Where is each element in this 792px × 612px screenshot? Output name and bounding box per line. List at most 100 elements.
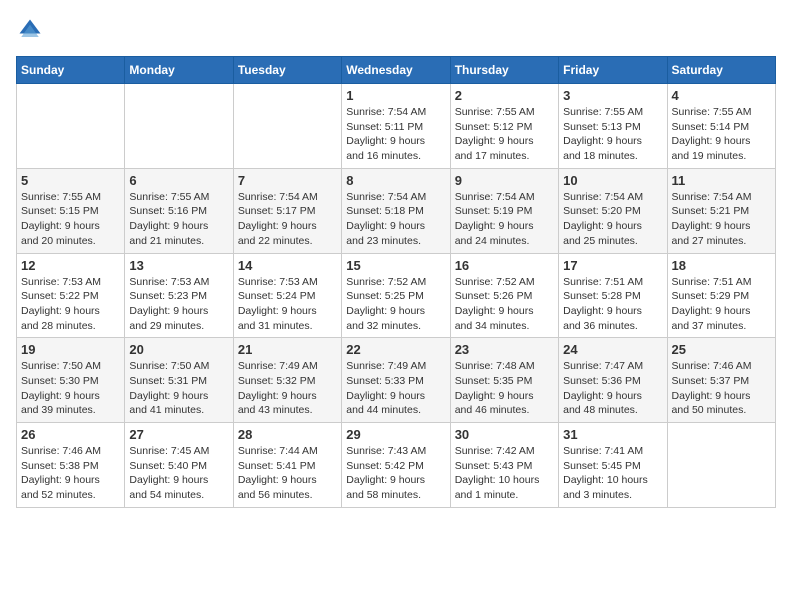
day-number: 29 <box>346 427 445 442</box>
weekday-header-monday: Monday <box>125 57 233 84</box>
calendar-cell: 8 Sunrise: 7:54 AM Sunset: 5:18 PM Daylig… <box>342 168 450 253</box>
calendar-week-row: 1 Sunrise: 7:54 AM Sunset: 5:11 PM Daylig… <box>17 84 776 169</box>
calendar-cell: 7 Sunrise: 7:54 AM Sunset: 5:17 PM Daylig… <box>233 168 341 253</box>
day-number: 13 <box>129 258 228 273</box>
day-info: Sunrise: 7:42 AM Sunset: 5:43 PM Dayligh… <box>455 444 554 503</box>
day-number: 18 <box>672 258 771 273</box>
calendar-week-row: 12 Sunrise: 7:53 AM Sunset: 5:22 PM Dayli… <box>17 253 776 338</box>
day-number: 21 <box>238 342 337 357</box>
calendar-cell <box>667 423 775 508</box>
weekday-header-thursday: Thursday <box>450 57 558 84</box>
calendar-cell: 4Sunrise: 7:55 AM Sunset: 5:14 PM Daylig… <box>667 84 775 169</box>
day-info: Sunrise: 7:50 AM Sunset: 5:31 PM Dayligh… <box>129 359 228 418</box>
day-number: 24 <box>563 342 662 357</box>
calendar-cell: 13 Sunrise: 7:53 AM Sunset: 5:23 PM Dayli… <box>125 253 233 338</box>
day-info: Sunrise: 7:55 AM Sunset: 5:13 PM Dayligh… <box>563 105 662 164</box>
weekday-header-row: SundayMondayTuesdayWednesdayThursdayFrid… <box>17 57 776 84</box>
calendar-cell: 31Sunrise: 7:41 AM Sunset: 5:45 PM Dayli… <box>559 423 667 508</box>
weekday-header-wednesday: Wednesday <box>342 57 450 84</box>
calendar-cell: 15 Sunrise: 7:52 AM Sunset: 5:25 PM Dayli… <box>342 253 450 338</box>
day-info: Sunrise: 7:51 AM Sunset: 5:28 PM Dayligh… <box>563 275 662 334</box>
day-info: Sunrise: 7:52 AM Sunset: 5:26 PM Dayligh… <box>455 275 554 334</box>
calendar-cell: 2 Sunrise: 7:55 AM Sunset: 5:12 PM Daylig… <box>450 84 558 169</box>
calendar-cell: 20 Sunrise: 7:50 AM Sunset: 5:31 PM Dayli… <box>125 338 233 423</box>
page-header <box>16 16 776 44</box>
day-info: Sunrise: 7:54 AM Sunset: 5:20 PM Dayligh… <box>563 190 662 249</box>
calendar-cell: 17 Sunrise: 7:51 AM Sunset: 5:28 PM Dayli… <box>559 253 667 338</box>
day-number: 11 <box>672 173 771 188</box>
day-number: 28 <box>238 427 337 442</box>
day-info: Sunrise: 7:54 AM Sunset: 5:18 PM Dayligh… <box>346 190 445 249</box>
day-number: 20 <box>129 342 228 357</box>
calendar-cell: 22 Sunrise: 7:49 AM Sunset: 5:33 PM Dayli… <box>342 338 450 423</box>
calendar-week-row: 19 Sunrise: 7:50 AM Sunset: 5:30 PM Dayli… <box>17 338 776 423</box>
day-number: 2 <box>455 88 554 103</box>
day-info: Sunrise: 7:49 AM Sunset: 5:33 PM Dayligh… <box>346 359 445 418</box>
calendar-cell: 23Sunrise: 7:48 AM Sunset: 5:35 PM Dayli… <box>450 338 558 423</box>
calendar-cell: 16Sunrise: 7:52 AM Sunset: 5:26 PM Dayli… <box>450 253 558 338</box>
day-info: Sunrise: 7:54 AM Sunset: 5:11 PM Dayligh… <box>346 105 445 164</box>
calendar-week-row: 26Sunrise: 7:46 AM Sunset: 5:38 PM Dayli… <box>17 423 776 508</box>
day-number: 15 <box>346 258 445 273</box>
calendar-cell: 26Sunrise: 7:46 AM Sunset: 5:38 PM Dayli… <box>17 423 125 508</box>
day-info: Sunrise: 7:49 AM Sunset: 5:32 PM Dayligh… <box>238 359 337 418</box>
calendar-cell: 14Sunrise: 7:53 AM Sunset: 5:24 PM Dayli… <box>233 253 341 338</box>
calendar-cell: 11 Sunrise: 7:54 AM Sunset: 5:21 PM Dayli… <box>667 168 775 253</box>
calendar-cell: 29Sunrise: 7:43 AM Sunset: 5:42 PM Dayli… <box>342 423 450 508</box>
day-number: 17 <box>563 258 662 273</box>
day-number: 31 <box>563 427 662 442</box>
calendar-cell: 1 Sunrise: 7:54 AM Sunset: 5:11 PM Daylig… <box>342 84 450 169</box>
logo-icon <box>16 16 44 44</box>
weekday-header-friday: Friday <box>559 57 667 84</box>
day-number: 23 <box>455 342 554 357</box>
calendar-cell: 10 Sunrise: 7:54 AM Sunset: 5:20 PM Dayli… <box>559 168 667 253</box>
calendar-cell: 28Sunrise: 7:44 AM Sunset: 5:41 PM Dayli… <box>233 423 341 508</box>
day-number: 10 <box>563 173 662 188</box>
calendar-week-row: 5 Sunrise: 7:55 AM Sunset: 5:15 PM Daylig… <box>17 168 776 253</box>
logo <box>16 16 48 44</box>
day-number: 6 <box>129 173 228 188</box>
day-number: 19 <box>21 342 120 357</box>
calendar-cell <box>17 84 125 169</box>
calendar-cell: 6 Sunrise: 7:55 AM Sunset: 5:16 PM Daylig… <box>125 168 233 253</box>
day-number: 25 <box>672 342 771 357</box>
calendar-cell: 5 Sunrise: 7:55 AM Sunset: 5:15 PM Daylig… <box>17 168 125 253</box>
day-number: 9 <box>455 173 554 188</box>
day-number: 8 <box>346 173 445 188</box>
day-info: Sunrise: 7:45 AM Sunset: 5:40 PM Dayligh… <box>129 444 228 503</box>
calendar-cell: 12 Sunrise: 7:53 AM Sunset: 5:22 PM Dayli… <box>17 253 125 338</box>
day-number: 26 <box>21 427 120 442</box>
calendar-cell: 9 Sunrise: 7:54 AM Sunset: 5:19 PM Daylig… <box>450 168 558 253</box>
day-info: Sunrise: 7:53 AM Sunset: 5:23 PM Dayligh… <box>129 275 228 334</box>
calendar-cell: 27 Sunrise: 7:45 AM Sunset: 5:40 PM Dayli… <box>125 423 233 508</box>
day-info: Sunrise: 7:54 AM Sunset: 5:17 PM Dayligh… <box>238 190 337 249</box>
day-number: 14 <box>238 258 337 273</box>
day-info: Sunrise: 7:55 AM Sunset: 5:14 PM Dayligh… <box>672 105 771 164</box>
day-info: Sunrise: 7:55 AM Sunset: 5:16 PM Dayligh… <box>129 190 228 249</box>
calendar-cell: 30 Sunrise: 7:42 AM Sunset: 5:43 PM Dayli… <box>450 423 558 508</box>
weekday-header-tuesday: Tuesday <box>233 57 341 84</box>
day-number: 5 <box>21 173 120 188</box>
calendar-cell: 24Sunrise: 7:47 AM Sunset: 5:36 PM Dayli… <box>559 338 667 423</box>
weekday-header-saturday: Saturday <box>667 57 775 84</box>
calendar-cell: 21 Sunrise: 7:49 AM Sunset: 5:32 PM Dayli… <box>233 338 341 423</box>
day-number: 27 <box>129 427 228 442</box>
day-number: 7 <box>238 173 337 188</box>
day-number: 3 <box>563 88 662 103</box>
day-info: Sunrise: 7:54 AM Sunset: 5:19 PM Dayligh… <box>455 190 554 249</box>
calendar-cell: 19 Sunrise: 7:50 AM Sunset: 5:30 PM Dayli… <box>17 338 125 423</box>
calendar-table: SundayMondayTuesdayWednesdayThursdayFrid… <box>16 56 776 508</box>
day-info: Sunrise: 7:50 AM Sunset: 5:30 PM Dayligh… <box>21 359 120 418</box>
day-number: 1 <box>346 88 445 103</box>
calendar-cell: 18Sunrise: 7:51 AM Sunset: 5:29 PM Dayli… <box>667 253 775 338</box>
day-number: 12 <box>21 258 120 273</box>
day-info: Sunrise: 7:55 AM Sunset: 5:12 PM Dayligh… <box>455 105 554 164</box>
day-info: Sunrise: 7:46 AM Sunset: 5:37 PM Dayligh… <box>672 359 771 418</box>
day-info: Sunrise: 7:54 AM Sunset: 5:21 PM Dayligh… <box>672 190 771 249</box>
day-number: 22 <box>346 342 445 357</box>
day-number: 30 <box>455 427 554 442</box>
day-info: Sunrise: 7:53 AM Sunset: 5:22 PM Dayligh… <box>21 275 120 334</box>
day-info: Sunrise: 7:52 AM Sunset: 5:25 PM Dayligh… <box>346 275 445 334</box>
day-info: Sunrise: 7:55 AM Sunset: 5:15 PM Dayligh… <box>21 190 120 249</box>
weekday-header-sunday: Sunday <box>17 57 125 84</box>
